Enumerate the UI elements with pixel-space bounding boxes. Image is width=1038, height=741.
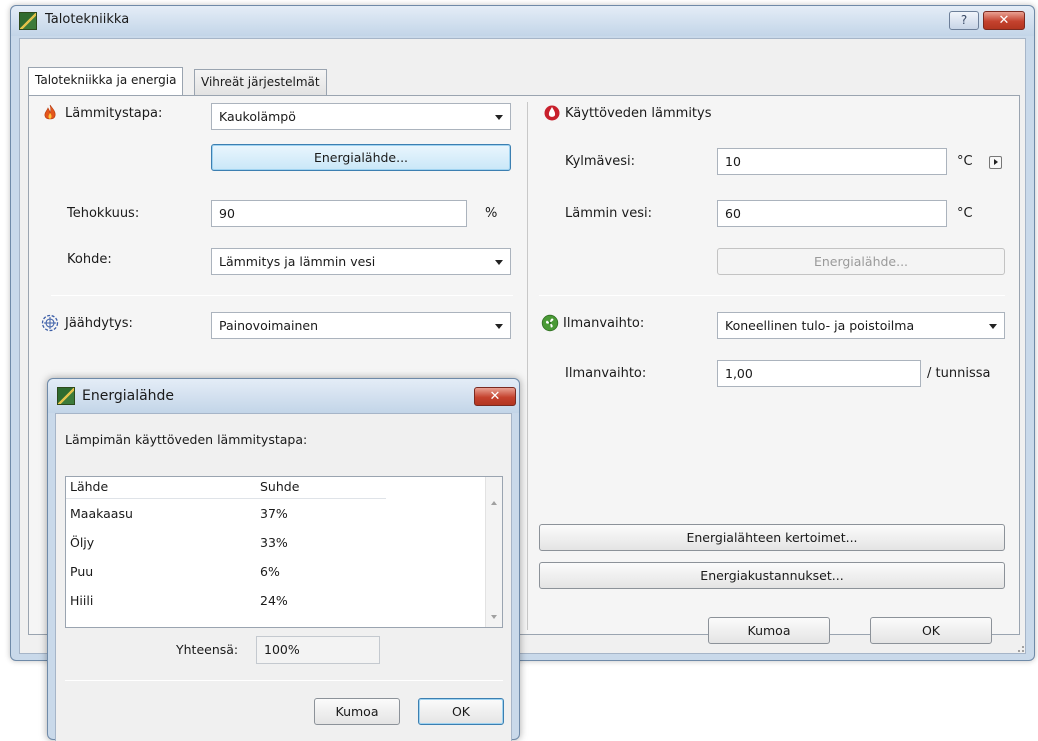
column-header-source[interactable]: Lähde xyxy=(70,477,108,497)
energy-source-list[interactable]: Lähde Suhde Maakaasu 37% Öljy 33% Puu 6%… xyxy=(65,476,503,628)
energy-dialog-titlebar[interactable]: Energialähde ✕ xyxy=(48,379,519,413)
tab-green-systems[interactable]: Vihreät järjestelmät xyxy=(194,69,327,95)
list-item-source: Puu xyxy=(70,564,94,579)
warm-water-unit: °C xyxy=(957,206,973,221)
list-item-source: Hiili xyxy=(70,593,94,608)
chevron-down-icon xyxy=(495,260,503,265)
cancel-button[interactable]: Kumoa xyxy=(708,617,830,644)
ventilation-select[interactable]: Koneellinen tulo- ja poistoilma xyxy=(717,312,1005,339)
cooling-label: Jäähdytys: xyxy=(65,316,133,331)
efficiency-unit: % xyxy=(485,206,498,221)
list-item-ratio: 37% xyxy=(260,506,288,521)
scroll-down-icon[interactable] xyxy=(491,615,497,619)
air-exchange-unit: / tunnissa xyxy=(927,366,991,381)
air-exchange-input[interactable]: 1,00 xyxy=(717,360,921,387)
dialog-description: Lämpimän käyttöveden lämmitystapa: xyxy=(65,432,308,447)
target-select[interactable]: Lämmitys ja lämmin vesi xyxy=(211,248,511,275)
target-label: Kohde: xyxy=(67,252,112,267)
list-item[interactable]: Maakaasu 37% xyxy=(66,499,486,528)
efficiency-input[interactable]: 90 xyxy=(211,200,467,227)
expand-arrow-button[interactable] xyxy=(989,156,1002,169)
heating-method-select[interactable]: Kaukolämpö xyxy=(211,103,511,130)
water-drop-icon xyxy=(544,105,560,121)
efficiency-label: Tehokkuus: xyxy=(67,206,140,221)
ventilation-label: Ilmanvaihto: xyxy=(563,316,645,331)
cooling-value: Painovoimainen xyxy=(219,318,319,333)
energy-coefficients-button[interactable]: Energialähteen kertoimet... xyxy=(539,524,1005,551)
tab-building-services-energy[interactable]: Talotekniikka ja energia xyxy=(28,67,184,95)
dialog-cancel-button[interactable]: Kumoa xyxy=(314,698,400,725)
list-item[interactable]: Puu 6% xyxy=(66,557,486,586)
cold-water-label: Kylmävesi: xyxy=(565,154,635,169)
heating-energy-source-button[interactable]: Energialähde... xyxy=(211,144,511,171)
column-divider xyxy=(527,102,528,630)
close-button[interactable]: ✕ xyxy=(983,11,1025,30)
heating-method-value: Kaukolämpö xyxy=(219,109,296,124)
dialog-ok-button[interactable]: OK xyxy=(418,698,504,725)
list-item-source: Öljy xyxy=(70,535,95,550)
flame-icon xyxy=(44,104,56,120)
chevron-down-icon xyxy=(495,115,503,120)
list-scrollbar[interactable] xyxy=(485,477,502,627)
window-title: Talotekniikka xyxy=(45,12,130,27)
air-exchange-label: Ilmanvaihto: xyxy=(565,366,647,381)
list-item[interactable]: Öljy 33% xyxy=(66,528,486,557)
column-header-ratio[interactable]: Suhde xyxy=(260,477,299,497)
app-logo-icon xyxy=(57,387,75,405)
chevron-down-icon xyxy=(989,324,997,329)
warm-water-label: Lämmin vesi: xyxy=(565,206,652,221)
fan-icon xyxy=(541,314,559,332)
snowflake-icon xyxy=(41,314,59,332)
right-separator xyxy=(539,295,1005,296)
energy-dialog-close-button[interactable]: ✕ xyxy=(474,387,516,406)
total-value: 100% xyxy=(256,636,380,664)
list-header: Lähde Suhde xyxy=(66,477,386,499)
list-item[interactable]: Hiili 24% xyxy=(66,586,486,615)
energy-costs-button[interactable]: Energiakustannukset... xyxy=(539,562,1005,589)
energy-source-dialog: Energialähde ✕ Lämpimän käyttöveden lämm… xyxy=(47,378,520,741)
scroll-up-icon[interactable] xyxy=(491,501,497,505)
ok-button[interactable]: OK xyxy=(870,617,992,644)
list-item-ratio: 33% xyxy=(260,535,288,550)
dialog-separator xyxy=(65,680,503,681)
cold-water-input[interactable]: 10 xyxy=(717,148,947,175)
warm-water-input[interactable]: 60 xyxy=(717,200,947,227)
target-value: Lämmitys ja lämmin vesi xyxy=(219,254,376,269)
cold-water-unit: °C xyxy=(957,154,973,169)
cooling-select[interactable]: Painovoimainen xyxy=(211,312,511,339)
list-item-source: Maakaasu xyxy=(70,506,133,521)
app-logo-icon xyxy=(19,12,37,30)
resize-grip-icon[interactable] xyxy=(1013,641,1025,653)
energy-dialog-client: Lämpimän käyttöveden lämmitystapa: Lähde… xyxy=(55,413,512,741)
list-item-ratio: 24% xyxy=(260,593,288,608)
energy-dialog-title: Energialähde xyxy=(82,388,175,404)
hot-water-title: Käyttöveden lämmitys xyxy=(565,106,712,121)
hot-water-energy-source-button[interactable]: Energialähde... xyxy=(717,248,1005,275)
chevron-down-icon xyxy=(495,324,503,329)
main-titlebar[interactable]: Talotekniikka ? ✕ xyxy=(11,6,1034,36)
help-button[interactable]: ? xyxy=(949,11,979,30)
total-label: Yhteensä: xyxy=(176,642,239,657)
list-item-ratio: 6% xyxy=(260,564,280,579)
heating-label: Lämmitystapa: xyxy=(65,106,163,121)
ventilation-value: Koneellinen tulo- ja poistoilma xyxy=(725,318,915,333)
left-separator xyxy=(51,295,513,296)
